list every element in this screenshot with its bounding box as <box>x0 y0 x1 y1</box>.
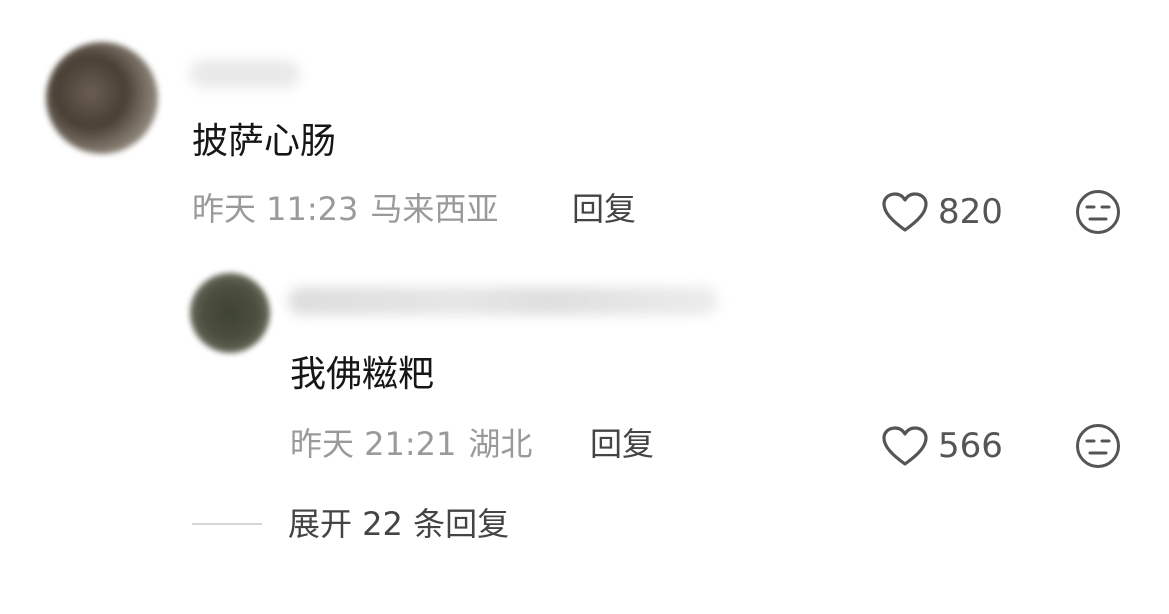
replier-avatar[interactable] <box>190 273 270 353</box>
comment-thread: 披萨心肠 昨天 11:23 马来西亚 回复 820 我佛糍粑 昨天 21:21 湖北… <box>0 0 1169 614</box>
reply-like-button[interactable]: 566 <box>880 424 1003 468</box>
comment-like-count: 820 <box>938 192 1003 232</box>
comment-time: 昨天 11:23 <box>192 190 359 228</box>
reply-meta: 昨天 21:21 湖北 <box>290 426 532 462</box>
heart-outline-icon <box>882 192 928 232</box>
expand-replies-button[interactable]: 展开 22 条回复 <box>288 506 509 542</box>
commenter-name-blurred[interactable] <box>190 60 300 88</box>
unamused-face-icon[interactable] <box>1075 423 1121 469</box>
commenter-avatar[interactable] <box>46 42 158 154</box>
heart-outline-icon <box>882 426 928 466</box>
reply-like-count: 566 <box>938 426 1003 466</box>
reply-text: 我佛糍粑 <box>290 354 435 395</box>
replier-name-blurred[interactable] <box>288 287 718 315</box>
comment-meta: 昨天 11:23 马来西亚 <box>192 191 498 227</box>
reply-reply-button[interactable]: 回复 <box>590 426 654 462</box>
comment-reply-button[interactable]: 回复 <box>572 191 636 227</box>
comment-location: 马来西亚 <box>370 190 499 228</box>
comment-like-button[interactable]: 820 <box>880 190 1003 234</box>
reply-time: 昨天 21:21 <box>290 425 457 463</box>
reply-location: 湖北 <box>468 425 533 463</box>
comment-text: 披萨心肠 <box>192 121 337 162</box>
expand-divider <box>192 523 262 525</box>
unamused-face-icon[interactable] <box>1075 189 1121 235</box>
